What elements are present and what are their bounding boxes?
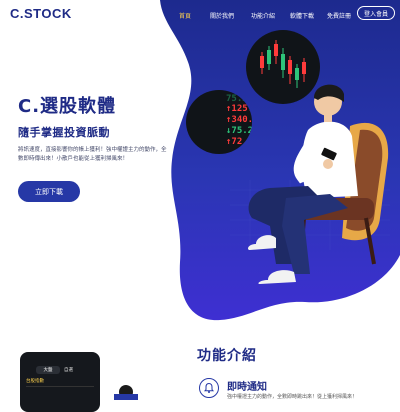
phone-mockup: 大盤 自選 台股指數 bbox=[20, 352, 100, 412]
nav-about[interactable]: 關於我們 bbox=[203, 8, 241, 22]
hero-description: 將訊速度，直接影響你的帳上獲利！強中權證主力的動作，全數即時傳出來！小散戶也能從… bbox=[18, 147, 167, 162]
nav-register[interactable]: 免費註冊 bbox=[320, 8, 358, 22]
nav-home[interactable]: 首頁 bbox=[172, 8, 198, 22]
second-person-illustration bbox=[114, 385, 138, 400]
feature-realtime-notify-desc: 強中權證主力的動作，全數即時跳出來！從上獲利掃風來！ bbox=[227, 394, 358, 400]
login-button[interactable]: 登入會員 bbox=[357, 6, 395, 20]
features-section-title: 功能介紹 bbox=[197, 348, 257, 364]
nav-features[interactable]: 功能介紹 bbox=[244, 8, 282, 22]
feature-realtime-notify-title: 即時通知 bbox=[227, 382, 267, 393]
nav-download[interactable]: 軟體下載 bbox=[283, 8, 321, 22]
hero-subtitle: 隨手掌握投資脈動 bbox=[18, 126, 110, 139]
person-in-chair-illustration bbox=[248, 84, 389, 284]
phone-index-label: 台股指數 bbox=[26, 379, 44, 384]
brand-logo[interactable]: C.STOCK bbox=[10, 6, 72, 21]
download-now-button[interactable]: 立即下載 bbox=[18, 181, 80, 202]
phone-tab-watchlist: 自選 bbox=[64, 368, 73, 373]
phone-divider bbox=[26, 386, 94, 387]
phone-tab-market: 大盤 bbox=[36, 366, 60, 374]
hero-title: C.選股軟體 bbox=[18, 96, 117, 117]
bell-icon bbox=[199, 378, 219, 398]
